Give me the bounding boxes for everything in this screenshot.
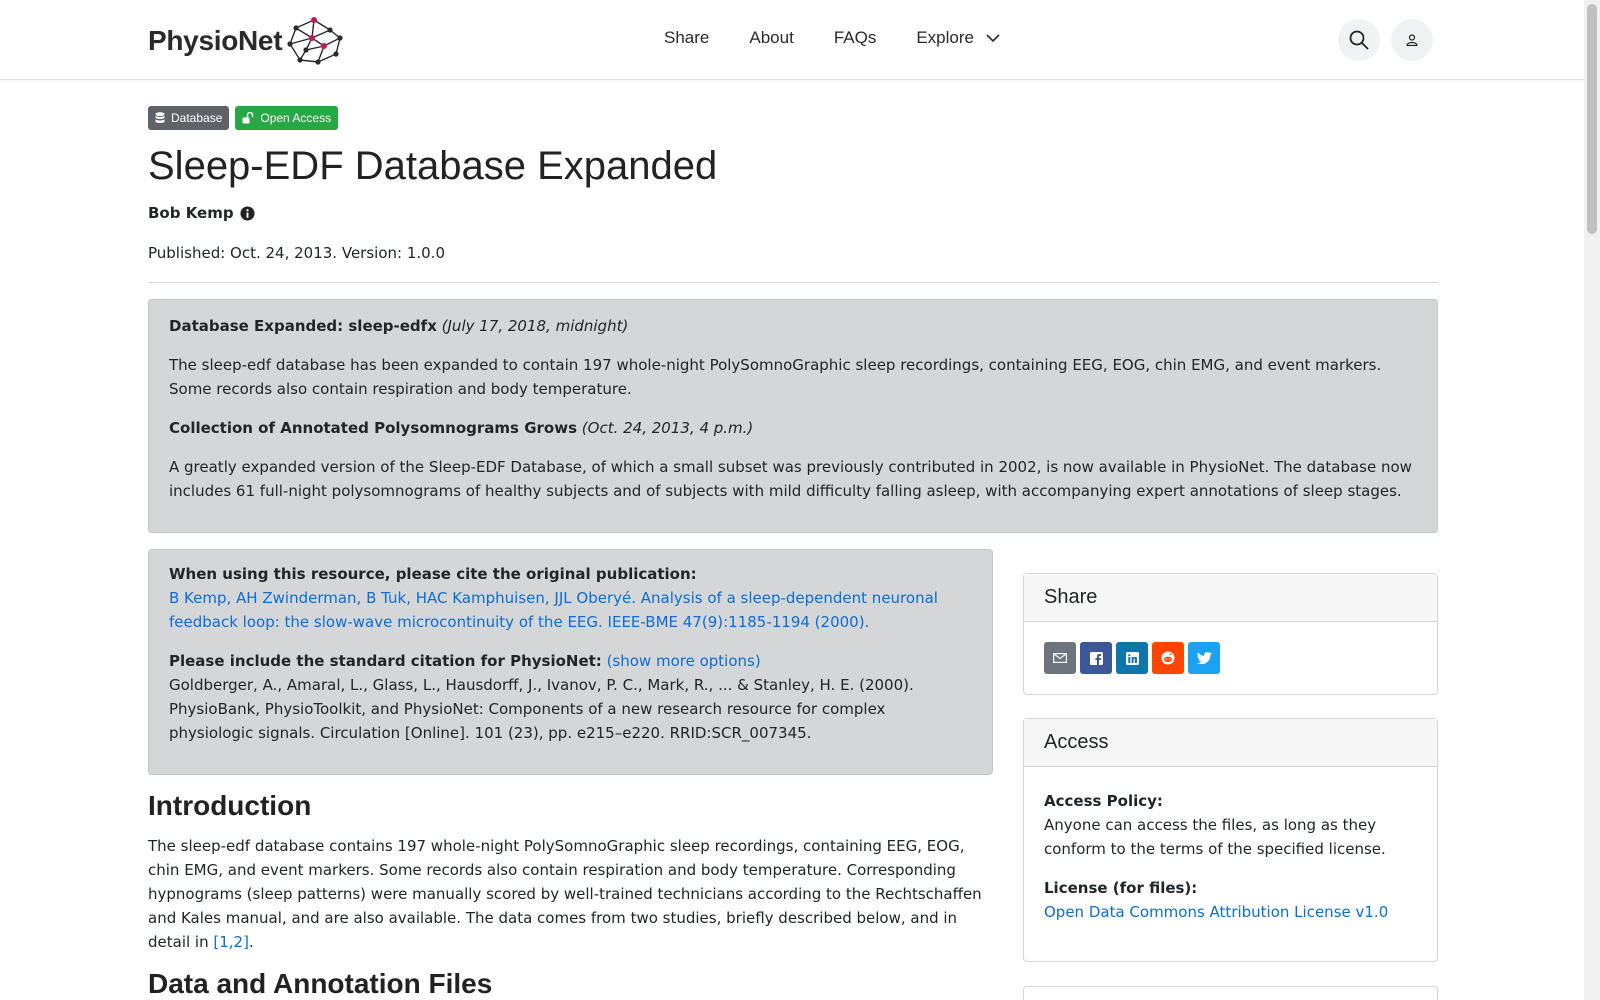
news-item-1-title: Database Expanded: sleep-edfx [169, 317, 437, 335]
share-reddit-button[interactable] [1152, 642, 1184, 674]
info-icon[interactable] [240, 205, 255, 221]
share-card-title: Share [1024, 574, 1437, 622]
introduction-heading: Introduction [148, 790, 312, 821]
share-card: Share [1023, 573, 1438, 695]
license-link[interactable]: Open Data Commons Attribution License v1… [1044, 903, 1388, 921]
top-navbar: PhysioNet Share About FAQs Explore [0, 0, 1584, 80]
share-buttons [1024, 622, 1437, 694]
logo-text: PhysioNet [148, 25, 283, 56]
network-logo-icon [287, 17, 343, 65]
facebook-icon [1089, 651, 1103, 665]
nav-explore-label: Explore [916, 28, 974, 47]
reddit-icon [1161, 651, 1175, 665]
news-box: Database Expanded: sleep-edfx (July 17, … [148, 299, 1438, 533]
nav-about[interactable]: About [749, 28, 793, 48]
citation-box: When using this resource, please cite th… [148, 549, 993, 775]
database-icon [155, 112, 165, 123]
access-card-body: Access Policy: Anyone can access the fil… [1024, 767, 1437, 946]
license-label: License (for files): [1044, 879, 1198, 897]
published-info: Published: Oct. 24, 2013. Version: 1.0.0 [148, 244, 445, 262]
access-policy-label: Access Policy: [1044, 792, 1163, 810]
linkedin-icon [1125, 651, 1139, 665]
user-icon [1406, 34, 1418, 46]
open-access-badge: Open Access [235, 106, 339, 130]
main-nav: Share About FAQs Explore [664, 28, 1040, 48]
access-card: Access Access Policy: Anyone can access … [1023, 718, 1438, 962]
next-sidebar-card [1023, 986, 1438, 1000]
standard-citation-text: Goldberger, A., Amaral, L., Glass, L., H… [169, 676, 914, 742]
reference-link[interactable]: [1,2] [213, 933, 249, 951]
nav-share[interactable]: Share [664, 28, 709, 48]
share-email-button[interactable] [1044, 642, 1076, 674]
author-line: Bob Kemp [148, 204, 255, 222]
introduction-end: . [248, 933, 254, 951]
news-item-1-body: The sleep-edf database has been expanded… [169, 356, 1382, 398]
project-badges: Database Open Access [148, 106, 339, 130]
account-button[interactable] [1391, 19, 1433, 61]
unlock-icon [242, 112, 254, 124]
open-access-badge-label: Open Access [260, 111, 332, 125]
original-citation: When using this resource, please cite th… [169, 562, 972, 634]
share-facebook-button[interactable] [1080, 642, 1112, 674]
news-item-2-title: Collection of Annotated Polysomnograms G… [169, 419, 578, 437]
nav-explore[interactable]: Explore [916, 28, 1000, 48]
twitter-icon [1196, 652, 1212, 664]
news-item-2-body: A greatly expanded version of the Sleep-… [169, 458, 1412, 500]
email-icon [1053, 653, 1067, 663]
access-policy-text: Anyone can access the files, as long as … [1044, 816, 1386, 858]
news-item-2-date: (Oct. 24, 2013, 4 p.m.) [581, 419, 754, 437]
share-twitter-button[interactable] [1188, 642, 1220, 674]
scrollbar-thumb[interactable] [1587, 4, 1597, 234]
share-linkedin-button[interactable] [1116, 642, 1148, 674]
access-card-title: Access [1024, 719, 1437, 767]
introduction-text: The sleep-edf database contains 197 whol… [148, 834, 993, 954]
chevron-down-icon [986, 33, 1000, 42]
page-title: Sleep-EDF Database Expanded [148, 144, 718, 188]
database-badge: Database [148, 106, 230, 130]
standard-citation-label: Please include the standard citation for… [169, 652, 602, 670]
data-files-heading: Data and Annotation Files [148, 968, 493, 999]
original-citation-link[interactable]: B Kemp, AH Zwinderman, B Tuk, HAC Kamphu… [169, 589, 938, 631]
database-badge-label: Database [171, 111, 223, 125]
standard-citation: Please include the standard citation for… [169, 649, 972, 745]
original-citation-label: When using this resource, please cite th… [169, 565, 697, 583]
search-icon [1349, 30, 1369, 50]
page-scrollbar[interactable] [1584, 0, 1600, 1000]
search-button[interactable] [1338, 19, 1380, 61]
divider [148, 282, 1438, 283]
nav-faqs[interactable]: FAQs [834, 28, 877, 48]
author-name[interactable]: Bob Kemp [148, 204, 234, 222]
news-item-1-header: Database Expanded: sleep-edfx (July 17, … [169, 314, 1417, 338]
news-item-2-header: Collection of Annotated Polysomnograms G… [169, 416, 1417, 440]
introduction-body: The sleep-edf database contains 197 whol… [148, 837, 982, 951]
show-more-options-link[interactable]: (show more options) [607, 652, 761, 670]
news-item-1-date: (July 17, 2018, midnight) [441, 317, 629, 335]
physionet-logo[interactable]: PhysioNet [148, 16, 344, 66]
